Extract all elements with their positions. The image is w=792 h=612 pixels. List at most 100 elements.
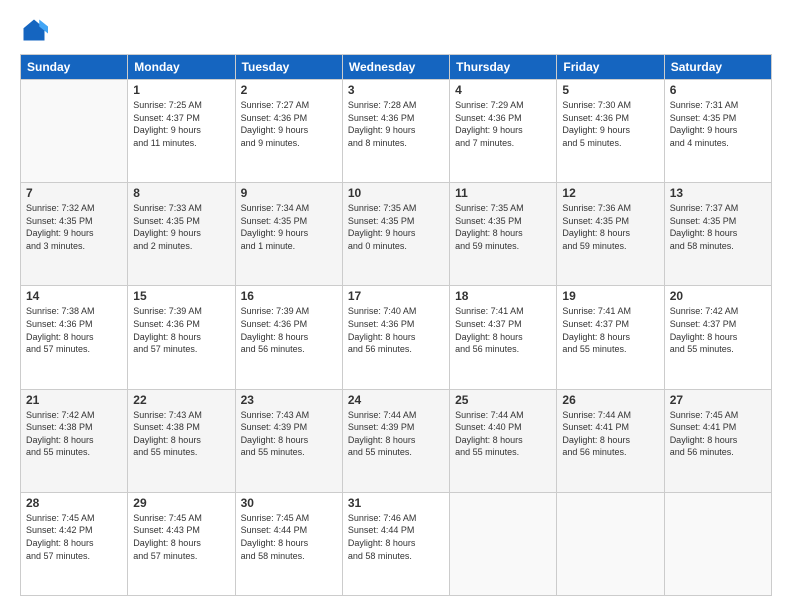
calendar-cell	[664, 492, 771, 595]
day-number: 8	[133, 186, 229, 200]
calendar-cell: 13 Sunrise: 7:37 AMSunset: 4:35 PMDayligh…	[664, 183, 771, 286]
day-number: 15	[133, 289, 229, 303]
calendar-week-row: 21 Sunrise: 7:42 AMSunset: 4:38 PMDayligh…	[21, 389, 772, 492]
day-info: Sunrise: 7:41 AMSunset: 4:37 PMDaylight:…	[562, 305, 658, 355]
calendar-cell: 1 Sunrise: 7:25 AMSunset: 4:37 PMDaylight…	[128, 80, 235, 183]
day-info: Sunrise: 7:45 AMSunset: 4:41 PMDaylight:…	[670, 409, 766, 459]
day-number: 17	[348, 289, 444, 303]
day-number: 12	[562, 186, 658, 200]
calendar-week-row: 14Sunrise: 7:38 AMSunset: 4:36 PMDayligh…	[21, 286, 772, 389]
calendar-day-header: Saturday	[664, 55, 771, 80]
day-number: 6	[670, 83, 766, 97]
calendar-cell: 26 Sunrise: 7:44 AMSunset: 4:41 PMDayligh…	[557, 389, 664, 492]
day-info: Sunrise: 7:27 AMSunset: 4:36 PMDaylight:…	[241, 99, 337, 149]
day-number: 4	[455, 83, 551, 97]
day-info: Sunrise: 7:43 AMSunset: 4:38 PMDaylight:…	[133, 409, 229, 459]
day-info: Sunrise: 7:37 AMSunset: 4:35 PMDaylight:…	[670, 202, 766, 252]
day-number: 27	[670, 393, 766, 407]
day-info: Sunrise: 7:25 AMSunset: 4:37 PMDaylight:…	[133, 99, 229, 149]
day-number: 25	[455, 393, 551, 407]
day-number: 20	[670, 289, 766, 303]
day-number: 7	[26, 186, 122, 200]
day-info: Sunrise: 7:44 AMSunset: 4:40 PMDaylight:…	[455, 409, 551, 459]
calendar-cell: 31 Sunrise: 7:46 AMSunset: 4:44 PMDayligh…	[342, 492, 449, 595]
day-info: Sunrise: 7:33 AMSunset: 4:35 PMDaylight:…	[133, 202, 229, 252]
calendar-cell: 29Sunrise: 7:45 AMSunset: 4:43 PMDayligh…	[128, 492, 235, 595]
calendar-cell: 12 Sunrise: 7:36 AMSunset: 4:35 PMDayligh…	[557, 183, 664, 286]
day-info: Sunrise: 7:42 AMSunset: 4:37 PMDaylight:…	[670, 305, 766, 355]
day-number: 26	[562, 393, 658, 407]
calendar-cell: 22 Sunrise: 7:43 AMSunset: 4:38 PMDayligh…	[128, 389, 235, 492]
calendar-table: SundayMondayTuesdayWednesdayThursdayFrid…	[20, 54, 772, 596]
day-number: 14	[26, 289, 122, 303]
day-info: Sunrise: 7:42 AMSunset: 4:38 PMDaylight:…	[26, 409, 122, 459]
day-number: 13	[670, 186, 766, 200]
calendar-cell: 20 Sunrise: 7:42 AMSunset: 4:37 PMDayligh…	[664, 286, 771, 389]
logo-icon	[20, 16, 48, 44]
day-info: Sunrise: 7:35 AMSunset: 4:35 PMDaylight:…	[455, 202, 551, 252]
day-info: Sunrise: 7:44 AMSunset: 4:41 PMDaylight:…	[562, 409, 658, 459]
day-number: 31	[348, 496, 444, 510]
calendar-cell: 15 Sunrise: 7:39 AMSunset: 4:36 PMDayligh…	[128, 286, 235, 389]
day-number: 1	[133, 83, 229, 97]
day-info: Sunrise: 7:40 AMSunset: 4:36 PMDaylight:…	[348, 305, 444, 355]
day-number: 5	[562, 83, 658, 97]
page: SundayMondayTuesdayWednesdayThursdayFrid…	[0, 0, 792, 612]
day-number: 22	[133, 393, 229, 407]
calendar-cell: 2 Sunrise: 7:27 AMSunset: 4:36 PMDaylight…	[235, 80, 342, 183]
day-info: Sunrise: 7:46 AMSunset: 4:44 PMDaylight:…	[348, 512, 444, 562]
calendar-day-header: Thursday	[450, 55, 557, 80]
calendar-cell: 4 Sunrise: 7:29 AMSunset: 4:36 PMDaylight…	[450, 80, 557, 183]
calendar-cell: 9 Sunrise: 7:34 AMSunset: 4:35 PMDaylight…	[235, 183, 342, 286]
day-number: 11	[455, 186, 551, 200]
calendar-cell: 14Sunrise: 7:38 AMSunset: 4:36 PMDayligh…	[21, 286, 128, 389]
calendar-cell: 7 Sunrise: 7:32 AMSunset: 4:35 PMDaylight…	[21, 183, 128, 286]
calendar-week-row: 28Sunrise: 7:45 AMSunset: 4:42 PMDayligh…	[21, 492, 772, 595]
calendar-day-header: Monday	[128, 55, 235, 80]
day-number: 29	[133, 496, 229, 510]
calendar-cell: 5 Sunrise: 7:30 AMSunset: 4:36 PMDaylight…	[557, 80, 664, 183]
calendar-cell: 21 Sunrise: 7:42 AMSunset: 4:38 PMDayligh…	[21, 389, 128, 492]
logo	[20, 16, 52, 44]
day-info: Sunrise: 7:31 AMSunset: 4:35 PMDaylight:…	[670, 99, 766, 149]
calendar-week-row: 7 Sunrise: 7:32 AMSunset: 4:35 PMDaylight…	[21, 183, 772, 286]
day-number: 2	[241, 83, 337, 97]
day-number: 24	[348, 393, 444, 407]
day-info: Sunrise: 7:30 AMSunset: 4:36 PMDaylight:…	[562, 99, 658, 149]
day-info: Sunrise: 7:44 AMSunset: 4:39 PMDaylight:…	[348, 409, 444, 459]
day-info: Sunrise: 7:41 AMSunset: 4:37 PMDaylight:…	[455, 305, 551, 355]
day-info: Sunrise: 7:34 AMSunset: 4:35 PMDaylight:…	[241, 202, 337, 252]
calendar-header-row: SundayMondayTuesdayWednesdayThursdayFrid…	[21, 55, 772, 80]
calendar-day-header: Friday	[557, 55, 664, 80]
day-info: Sunrise: 7:39 AMSunset: 4:36 PMDaylight:…	[133, 305, 229, 355]
calendar-cell	[21, 80, 128, 183]
calendar-cell: 28Sunrise: 7:45 AMSunset: 4:42 PMDayligh…	[21, 492, 128, 595]
calendar-cell: 18 Sunrise: 7:41 AMSunset: 4:37 PMDayligh…	[450, 286, 557, 389]
day-number: 28	[26, 496, 122, 510]
calendar-cell: 23Sunrise: 7:43 AMSunset: 4:39 PMDayligh…	[235, 389, 342, 492]
day-info: Sunrise: 7:32 AMSunset: 4:35 PMDaylight:…	[26, 202, 122, 252]
calendar-cell: 17 Sunrise: 7:40 AMSunset: 4:36 PMDayligh…	[342, 286, 449, 389]
day-number: 21	[26, 393, 122, 407]
day-info: Sunrise: 7:35 AMSunset: 4:35 PMDaylight:…	[348, 202, 444, 252]
day-info: Sunrise: 7:43 AMSunset: 4:39 PMDaylight:…	[241, 409, 337, 459]
calendar-cell: 3Sunrise: 7:28 AMSunset: 4:36 PMDaylight…	[342, 80, 449, 183]
day-info: Sunrise: 7:29 AMSunset: 4:36 PMDaylight:…	[455, 99, 551, 149]
calendar-cell: 8 Sunrise: 7:33 AMSunset: 4:35 PMDaylight…	[128, 183, 235, 286]
header	[20, 16, 772, 44]
day-number: 9	[241, 186, 337, 200]
day-number: 30	[241, 496, 337, 510]
day-number: 3	[348, 83, 444, 97]
calendar-cell: 25 Sunrise: 7:44 AMSunset: 4:40 PMDayligh…	[450, 389, 557, 492]
day-info: Sunrise: 7:36 AMSunset: 4:35 PMDaylight:…	[562, 202, 658, 252]
day-info: Sunrise: 7:45 AMSunset: 4:44 PMDaylight:…	[241, 512, 337, 562]
calendar-cell	[450, 492, 557, 595]
calendar-cell: 27 Sunrise: 7:45 AMSunset: 4:41 PMDayligh…	[664, 389, 771, 492]
calendar-week-row: 1 Sunrise: 7:25 AMSunset: 4:37 PMDaylight…	[21, 80, 772, 183]
day-number: 18	[455, 289, 551, 303]
calendar-cell: 6 Sunrise: 7:31 AMSunset: 4:35 PMDaylight…	[664, 80, 771, 183]
calendar-cell: 19 Sunrise: 7:41 AMSunset: 4:37 PMDayligh…	[557, 286, 664, 389]
calendar-cell: 30 Sunrise: 7:45 AMSunset: 4:44 PMDayligh…	[235, 492, 342, 595]
day-number: 19	[562, 289, 658, 303]
calendar-cell: 11 Sunrise: 7:35 AMSunset: 4:35 PMDayligh…	[450, 183, 557, 286]
